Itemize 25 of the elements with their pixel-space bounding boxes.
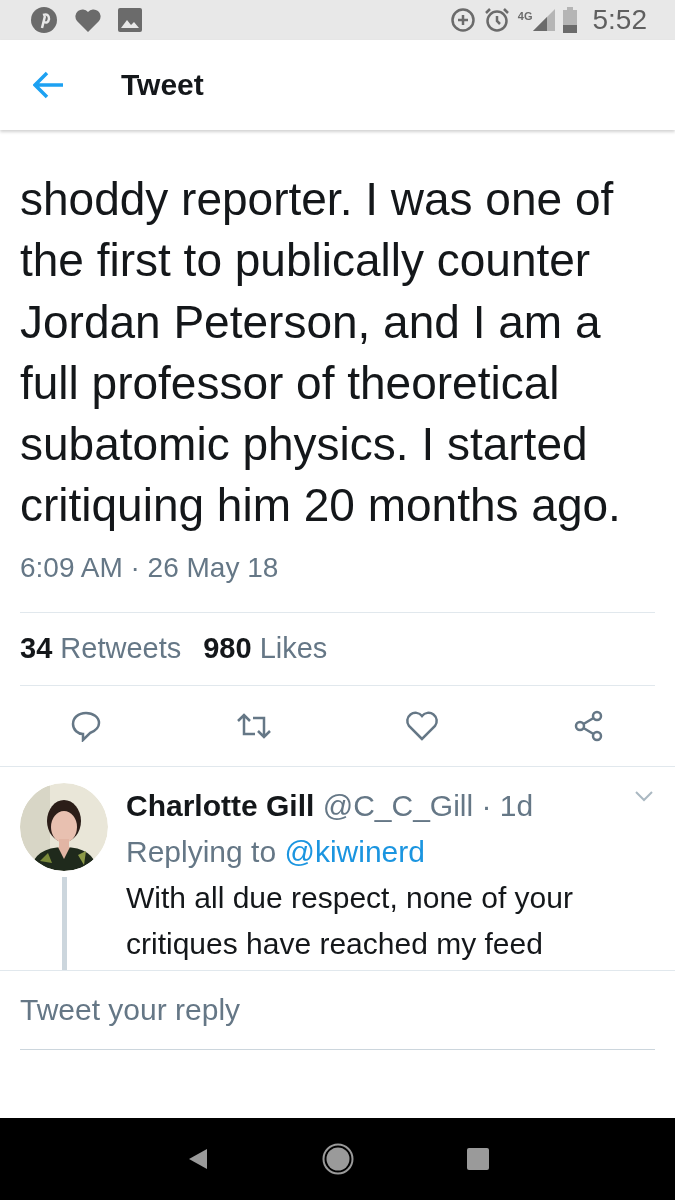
- recents-icon[interactable]: [466, 1148, 489, 1170]
- reply-text: With all due respect, none of your critiques have reached my feed: [126, 879, 574, 962]
- reply-age: · 1d: [481, 788, 534, 822]
- tweet-text: shoddy reporter. I was one of the first to publically counter Jordan Peterson, and I am a full professor of theoretical subatomic physics. I started critiquing him 20 months ago.: [20, 172, 622, 534]
- author-handle[interactable]: @C_C_Gill: [322, 788, 474, 822]
- heart-icon[interactable]: [405, 710, 440, 741]
- stat-count[interactable]: 34 Retweets: [20, 632, 182, 666]
- image-icon: [118, 8, 142, 32]
- network-label: 4G: [517, 10, 533, 22]
- battery-icon: [562, 7, 577, 33]
- alarm-icon: [483, 7, 510, 33]
- tweet-timestamp: 6:09 AM · 26 May 18: [20, 551, 280, 585]
- back-arrow-icon[interactable]: [33, 71, 65, 99]
- reply-icon[interactable]: [70, 709, 102, 742]
- signal-icon: [532, 9, 555, 31]
- replying-label: Replying to: [126, 834, 277, 868]
- author-name[interactable]: Charlotte Gill: [126, 788, 315, 822]
- home-icon[interactable]: [321, 1143, 354, 1175]
- share-icon[interactable]: [572, 709, 605, 742]
- heart-icon: [74, 7, 102, 33]
- clock: 5:52: [592, 4, 647, 36]
- page-title: Tweet: [121, 68, 204, 102]
- retweet-icon[interactable]: [235, 711, 272, 740]
- stat-count[interactable]: 980 Likes: [203, 632, 328, 666]
- data-saver-icon: [449, 7, 476, 33]
